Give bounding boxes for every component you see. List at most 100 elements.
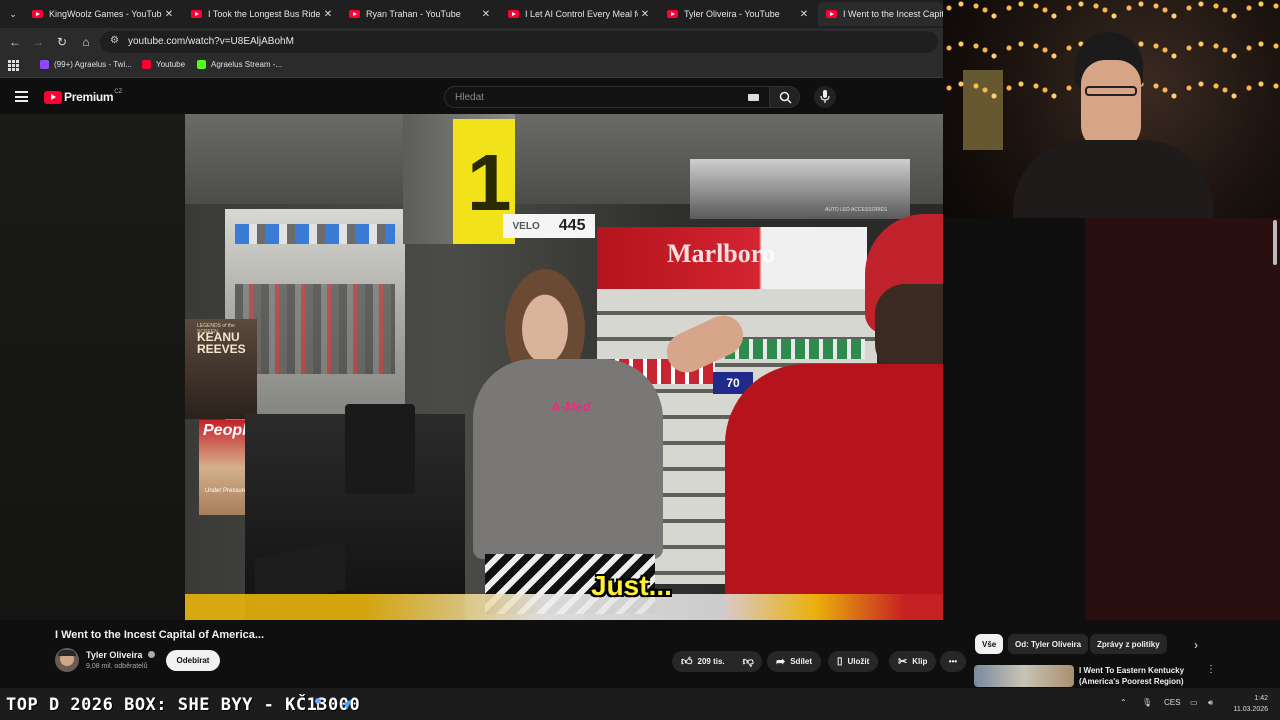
bookmark-twitch[interactable]: (99+) Agraelus - Twi... <box>40 60 132 69</box>
video-frame: 1 VELO 445 AUTO LED ACCESSORIES Marlboro… <box>185 114 943 620</box>
app-icon[interactable] <box>312 697 324 711</box>
like-dislike-group: 👍︎ 209 tis. 👎︎ <box>672 651 762 672</box>
tab-title: KingWoolz Games - YouTube <box>49 9 162 19</box>
thumbs-down-icon[interactable]: 👎︎ <box>743 655 754 668</box>
clip-label: Klip <box>912 657 928 666</box>
marlboro-sign: Marlboro <box>597 227 867 289</box>
share-label: Sdílet <box>790 657 812 666</box>
save-button[interactable]: ▯ Uložit <box>828 651 879 672</box>
like-count[interactable]: 209 tis. <box>698 657 725 666</box>
bookmark-youtube[interactable]: Youtube <box>142 60 185 69</box>
velo-label: VELO <box>512 220 540 232</box>
clock-date: 11.03.2026 <box>1233 706 1268 713</box>
browser-tab-active[interactable]: I Went to the Incest Capital <box>818 2 943 26</box>
browser-tab[interactable]: KingWoolz Games - YouTube ✕ <box>24 2 182 26</box>
glasses <box>1085 86 1137 96</box>
youtube-premium-logo[interactable]: Premium CZ <box>44 89 122 104</box>
more-actions-button[interactable]: ••• <box>940 651 966 672</box>
voice-search-button[interactable] <box>814 86 836 108</box>
recommended-title-line2: (America's Poorest Region) <box>1079 677 1184 686</box>
channel-name[interactable]: Tyler Oliveira <box>86 650 155 660</box>
reload-icon[interactable]: ↻ <box>53 33 71 51</box>
register-monitor <box>345 404 415 494</box>
video-metadata: I Went to the Incest Capital of America.… <box>0 620 1280 688</box>
tab-close-icon[interactable]: ✕ <box>638 9 652 20</box>
search-placeholder: Hledat <box>455 92 484 103</box>
microphone-icon <box>820 90 830 103</box>
logo-text: Premium <box>64 90 114 104</box>
browser-tab[interactable]: I Let AI Control Every Meal for ✕ <box>500 2 658 26</box>
kebab-menu-icon[interactable]: ⋮ <box>1206 664 1216 675</box>
share-button[interactable]: ➦ Sdílet <box>767 651 821 672</box>
browser-tab[interactable]: Ryan Trahan - YouTube ✕ <box>341 2 499 26</box>
video-letterbox-left <box>0 114 185 620</box>
omnibox[interactable]: ⚙ youtube.com/watch?v=U8EAljABohM <box>100 31 938 53</box>
scrollbar-thumb[interactable] <box>1273 220 1277 265</box>
tab-close-icon[interactable]: ✕ <box>321 9 335 20</box>
cashier-shirt: A-Med <box>473 359 663 559</box>
url-text[interactable]: youtube.com/watch?v=U8EAljABohM <box>128 36 294 47</box>
chevron-right-icon[interactable]: › <box>1194 638 1198 652</box>
bookmark-icon: ▯ <box>837 656 843 667</box>
search-button[interactable] <box>770 86 800 108</box>
tab-close-icon[interactable]: ✕ <box>797 9 811 20</box>
cigarette-packs-green <box>725 339 865 359</box>
magazine-people-sub: Under Pressure <box>205 488 248 494</box>
thumbs-up-icon[interactable]: 👍︎ <box>681 655 693 668</box>
verified-badge-icon <box>147 651 155 658</box>
clock-time: 1:42 <box>1254 695 1268 702</box>
search-icon <box>779 91 792 104</box>
forward-arrow-icon[interactable]: → <box>29 33 47 51</box>
cashier-head <box>505 269 585 369</box>
hamburger-menu-icon[interactable] <box>15 91 28 102</box>
home-icon[interactable]: ⌂ <box>77 33 95 51</box>
stream-ticker-text: TOP D 2026 BOX: SHE BYY - KČ13000 <box>6 695 361 715</box>
tab-title: Ryan Trahan - YouTube <box>366 9 461 19</box>
tab-close-icon[interactable]: ✕ <box>162 9 176 20</box>
chip-politics-news[interactable]: Zprávy z politiky <box>1090 634 1167 654</box>
bookmark-label: Youtube <box>156 60 186 69</box>
bookmark-kick[interactable]: Agraelus Stream -... <box>197 60 282 69</box>
tab-title: I Let AI Control Every Meal for <box>525 9 638 19</box>
subscribe-button[interactable]: Odebírat <box>166 650 220 671</box>
subscriber-count: 9,08 mil. odběratelů <box>86 663 148 670</box>
browser-tab[interactable]: I Took the Longest Bus Ride in ✕ <box>183 2 341 26</box>
search-input[interactable]: Hledat <box>444 86 770 108</box>
youtube-icon <box>142 60 151 69</box>
tray-chevron-up-icon[interactable]: ⌃ <box>1120 698 1127 707</box>
bookmark-label: (99+) Agraelus - Twi... <box>54 60 132 69</box>
share-icon: ➦ <box>776 656 786 668</box>
steam-icon[interactable] <box>338 696 354 712</box>
twitch-icon <box>40 60 49 69</box>
language-indicator[interactable]: CES <box>1164 698 1180 707</box>
channel-name-text[interactable]: Tyler Oliveira <box>86 650 142 660</box>
system-clock[interactable]: 1:42 11.03.2026 <box>1226 693 1268 715</box>
marlboro-label: Marlboro <box>667 239 775 268</box>
chip-all[interactable]: Vše <box>975 634 1004 654</box>
keyboard-icon[interactable] <box>748 94 759 101</box>
kick-icon <box>197 60 206 69</box>
microphone-tray-icon[interactable]: 🎙︎ <box>1142 698 1152 707</box>
video-caption: Just... <box>591 570 672 601</box>
video-player[interactable]: 1 VELO 445 AUTO LED ACCESSORIES Marlboro… <box>0 114 943 620</box>
chip-from-channel[interactable]: Od: Tyler Oliveira <box>1008 634 1089 654</box>
save-label: Uložit <box>847 657 870 666</box>
monitor-icon[interactable]: ▭ <box>1190 698 1198 707</box>
tab-title: I Went to the Incest Capital <box>843 9 943 19</box>
back-arrow-icon[interactable]: ← <box>6 33 24 51</box>
apps-grid-icon[interactable] <box>8 60 19 71</box>
browser-tab[interactable]: Tyler Oliveira - YouTube ✕ <box>659 2 817 26</box>
shelf-products <box>235 224 395 244</box>
clip-button[interactable]: ✂ Klip <box>889 651 937 672</box>
site-info-icon[interactable]: ⚙ <box>110 35 119 46</box>
youtube-favicon-icon <box>32 10 43 18</box>
youtube-favicon-icon <box>349 10 360 18</box>
tab-close-icon[interactable]: ✕ <box>479 9 493 20</box>
youtube-favicon-icon <box>191 10 202 18</box>
recommended-thumbnail[interactable] <box>974 665 1074 687</box>
volume-icon[interactable]: 🔊︎ <box>1208 698 1213 708</box>
recommended-title[interactable]: I Went To Eastern Kentucky (America's Po… <box>1079 665 1184 687</box>
customer-red-shirt <box>725 364 943 620</box>
channel-avatar[interactable] <box>55 648 79 672</box>
tab-search-chevron-icon[interactable]: ⌄ <box>4 5 22 23</box>
